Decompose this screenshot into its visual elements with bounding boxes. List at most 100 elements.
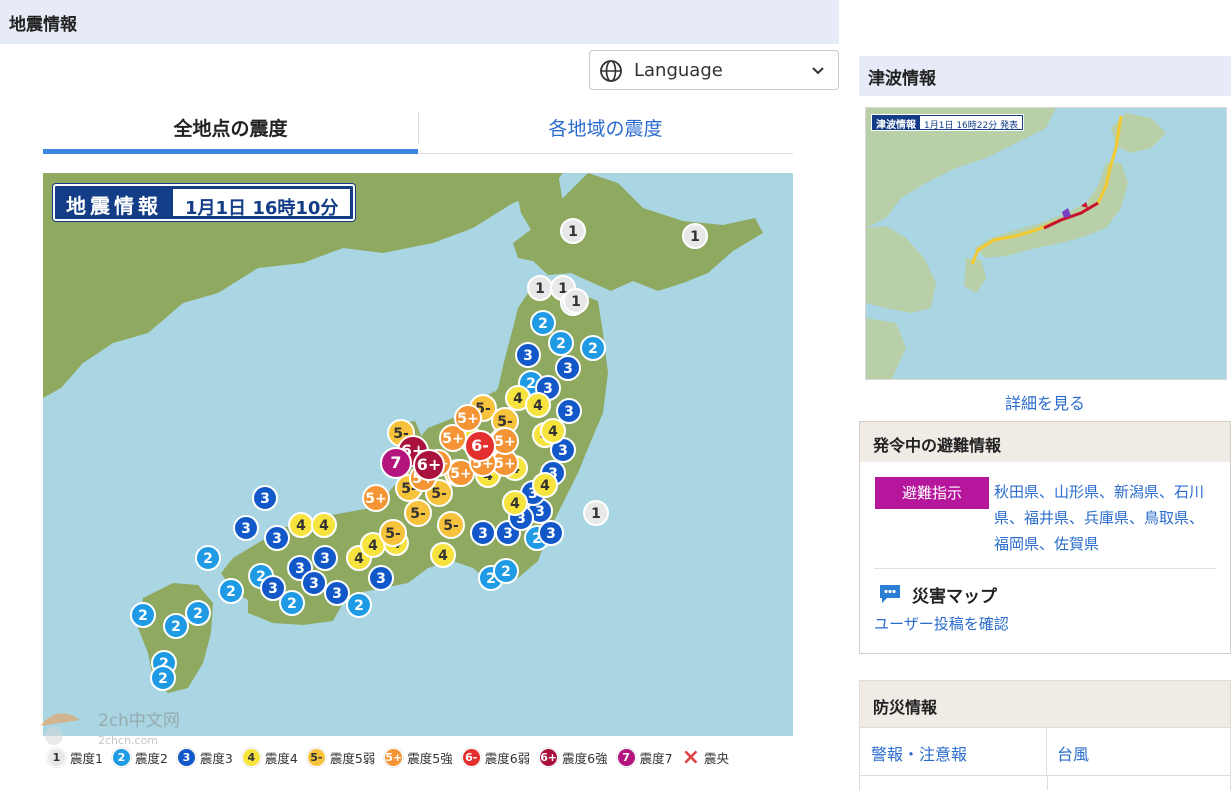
intensity-marker: 3	[312, 545, 338, 571]
intensity-marker: 3	[301, 570, 327, 596]
intensity-marker: 3	[260, 575, 286, 601]
intensity-marker: 2	[130, 602, 156, 628]
intensity-marker-label: 2	[138, 608, 148, 624]
intensity-marker: 4	[532, 472, 558, 498]
intensity-marker-label: 4	[513, 391, 523, 407]
intensity-marker-label: 4	[319, 518, 329, 534]
intensity-marker: 2	[493, 558, 519, 584]
intensity-marker: 1	[583, 500, 609, 526]
legend-item: 5- 震度5弱	[306, 748, 375, 767]
intensity-marker-label: 2	[158, 671, 168, 687]
legend-label: 震度6弱	[484, 751, 531, 766]
intensity-marker: 3	[252, 485, 278, 511]
intensity-marker: 1	[682, 223, 708, 249]
intensity-marker: 7	[380, 447, 412, 479]
intensity-marker-label: 4	[354, 551, 364, 567]
intensity-marker: 3	[324, 580, 350, 606]
intensity-marker-label: 5+	[494, 456, 515, 472]
tsunami-map[interactable]: 津波情報 1月1日 16時22分 発表	[865, 107, 1227, 380]
intensity-marker-label: 3	[523, 348, 533, 364]
evacuation-title: 発令中の避難情報	[873, 436, 1002, 455]
legend-label: 震度6強	[562, 751, 608, 766]
intensity-marker-label: 3	[478, 526, 488, 542]
tsunami-badge: 津波情報 1月1日 16時22分 発表	[871, 114, 1025, 131]
disaster-prevention-header: 防災情報	[859, 680, 1231, 728]
intensity-marker: 6+	[413, 449, 445, 481]
epicenter-x-icon: ×	[681, 745, 701, 770]
intensity-marker: 2	[580, 335, 606, 361]
tab-by-region[interactable]: 各地域の震度	[418, 100, 793, 154]
intensity-marker-label: 1	[690, 229, 700, 245]
intensity-marker-label: 5-	[431, 486, 447, 502]
intensity-marker-label: 3	[295, 561, 305, 577]
intensity-marker-label: 5+	[442, 431, 463, 447]
tsunami-china-south	[866, 318, 906, 379]
intensity-marker-label: 3	[564, 404, 574, 420]
intensity-marker: 2	[548, 330, 574, 356]
legend-label: 震度4	[264, 751, 298, 766]
intensity-marker: 4	[311, 512, 337, 538]
intensity-marker-label: 3	[272, 531, 282, 547]
intensity-marker: 2	[346, 592, 372, 618]
globe-icon	[600, 60, 622, 82]
typhoon-link[interactable]: 台風	[1047, 728, 1231, 776]
legend-item: 4 震度4	[241, 748, 298, 767]
user-posts-link[interactable]: ユーザー投稿を確認	[874, 613, 1009, 634]
intensity-marker: 3	[233, 515, 259, 541]
intensity-marker: 4	[430, 542, 456, 568]
page-header: 地震情報	[0, 0, 839, 44]
intensity-marker-label: 1	[568, 224, 578, 240]
intensity-marker: 2	[185, 600, 211, 626]
intensity-marker-label: 3	[332, 586, 342, 602]
intensity-marker: 5+	[491, 427, 519, 455]
intensity-marker-label: 6-	[471, 436, 489, 455]
intensity-marker-label: 4	[510, 496, 520, 512]
legend-item: × 震央	[681, 745, 729, 770]
map-badge: 地震情報 1月1日 16時10分	[53, 184, 356, 221]
legend-item: 5+ 震度5強	[384, 748, 453, 767]
intensity-marker-label: 2	[538, 316, 548, 332]
tsunami-korea	[866, 226, 936, 313]
legend-swatch: 5-	[306, 748, 326, 767]
intensity-marker: 3	[264, 525, 290, 551]
intensity-marker: 4	[525, 392, 551, 418]
intensity-marker-label: 4	[533, 398, 543, 414]
intensity-marker-label: 2	[193, 606, 203, 622]
chevron-down-icon	[812, 67, 824, 75]
tsunami-honshu	[974, 163, 1128, 258]
intensity-marker-label: 5+	[450, 466, 471, 482]
intensity-marker-label: 2	[588, 341, 598, 357]
legend-swatch: 4	[241, 748, 261, 767]
intensity-marker: 4	[540, 418, 566, 444]
divider	[874, 568, 1216, 569]
tab-all-stations[interactable]: 全地点の震度	[43, 100, 418, 154]
tsunami-badge-datetime: 1月1日 16時22分 発表	[920, 116, 1023, 131]
legend-item: 6+ 震度6強	[539, 748, 608, 767]
tsunami-detail-link[interactable]: 詳細を見る	[859, 390, 1231, 414]
intensity-marker: 1	[560, 218, 586, 244]
evacuation-header: 発令中の避難情報	[860, 422, 1230, 462]
intensity-marker-label: 5+	[494, 434, 515, 450]
intensity-marker: 1	[527, 275, 553, 301]
active-tab-indicator	[43, 149, 418, 154]
intensity-marker-label: 4	[438, 548, 448, 564]
language-selector[interactable]: Language	[589, 50, 839, 90]
intensity-marker-label: 3	[558, 443, 568, 459]
watermark: 2ch中文网 2chcn.com	[36, 702, 196, 752]
watermark-url: 2chcn.com	[98, 734, 159, 747]
intensity-marker-label: 2	[203, 551, 213, 567]
intensity-marker-label: 4	[548, 424, 558, 440]
tsunami-badge-title: 津波情報	[876, 120, 916, 131]
intensity-marker-label: 3	[546, 526, 556, 542]
intensity-marker-label: 4	[368, 538, 378, 554]
evacuation-prefectures-link[interactable]: 秋田県、山形県、新潟県、石川県、福井県、兵庫県、鳥取県、福岡県、佐賀県	[994, 479, 1212, 557]
disaster-map-title: 災害マップ	[912, 587, 997, 607]
intensity-marker-label: 4	[540, 478, 550, 494]
earthquake-intensity-map[interactable]: 1111111222222222222222223333333333333333…	[43, 173, 793, 736]
page-title: 地震情報	[9, 15, 77, 35]
intensity-marker-label: 2	[354, 598, 364, 614]
intensity-marker-label: 2	[226, 584, 236, 600]
warnings-advisories-link[interactable]: 警報・注意報	[860, 728, 1047, 776]
intensity-marker-label: 3	[268, 581, 278, 597]
evacuation-order-badge: 避難指示	[875, 477, 989, 509]
